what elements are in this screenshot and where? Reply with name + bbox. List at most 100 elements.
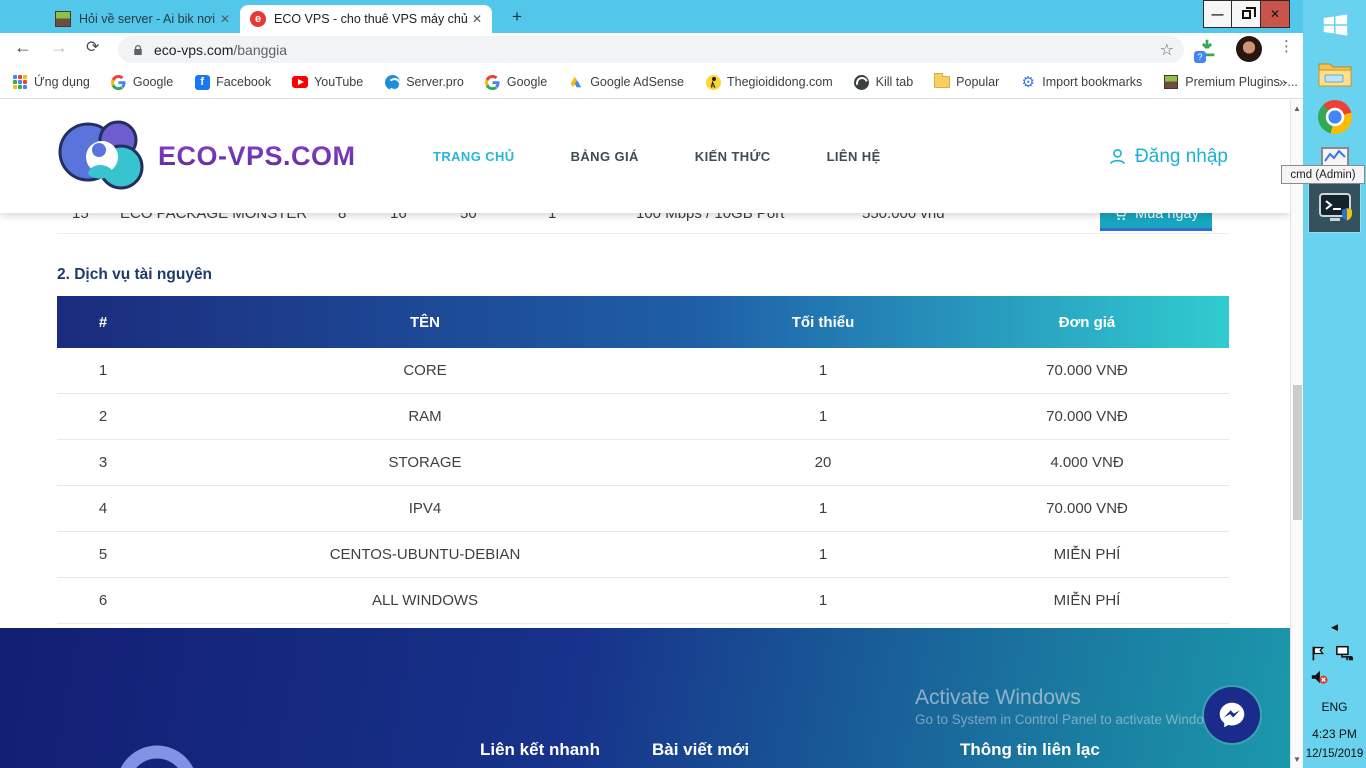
nav-bang-gia[interactable]: BẢNG GIÁ — [571, 149, 639, 164]
tab-close-icon[interactable]: ✕ — [216, 12, 234, 26]
cmd-admin-button[interactable] — [1308, 183, 1361, 233]
download-question-badge: ? — [1194, 51, 1206, 63]
nav-kien-thuc[interactable]: KIẾN THỨC — [695, 149, 771, 164]
clock-date[interactable]: 12/15/2019 — [1303, 748, 1366, 760]
main-nav: TRANG CHỦ BẢNG GIÁ KIẾN THỨC LIÊN HỆ — [433, 100, 881, 213]
table-cell: 70.000 VNĐ — [1046, 408, 1128, 425]
page-scrollbar[interactable]: ▲ ▼ — [1290, 100, 1303, 768]
table-row: 5 CENTOS-UBUNTU-DEBIAN 1 MIỄN PHÍ — [57, 532, 1229, 578]
footer-heading[interactable]: Bài viết mới — [652, 740, 749, 760]
table-row: 2 RAM 1 70.000 VNĐ — [57, 394, 1229, 440]
address-bar[interactable]: eco-vps.com/banggia ☆ — [118, 36, 1184, 63]
bookmark-label: Server.pro — [406, 75, 464, 89]
col-header: # — [98, 313, 108, 331]
nav-lien-he[interactable]: LIÊN HỆ — [827, 149, 881, 164]
table-cell: 4.000 VNĐ — [1050, 454, 1124, 471]
bookmark-label: Google — [132, 75, 174, 89]
flag-icon[interactable] — [1310, 645, 1327, 662]
table-cell: 70.000 VNĐ — [1046, 362, 1128, 379]
minimize-button[interactable]: — — [1203, 0, 1232, 28]
network-icon[interactable] — [1335, 645, 1354, 662]
bookmark-youtube[interactable]: YouTube — [292, 74, 363, 90]
url-host: eco-vps.com — [154, 41, 234, 58]
page-content: 15 ECO PACKAGE MONSTER 8 16 50 1 100 Mbp… — [0, 100, 1290, 768]
footer-cloud-logo — [120, 745, 194, 768]
bookmark-apps[interactable]: Ứng dụng — [12, 74, 90, 90]
download-icon[interactable]: ? — [1194, 37, 1220, 63]
tab-close-icon[interactable]: ✕ — [468, 12, 486, 26]
tab-minecraft-forum[interactable]: Hỏi về server - Ai bik nơi bán vps ✕ — [45, 5, 240, 33]
hidden-icons-arrow[interactable]: ◀ — [1303, 622, 1366, 633]
bookmarks-overflow-chevron[interactable]: » — [1279, 74, 1287, 91]
tab-eco-vps[interactable]: e ECO VPS - cho thuê VPS máy chủ ✕ — [240, 5, 492, 33]
footer-heading[interactable]: Liên kết nhanh — [480, 740, 600, 760]
footer-heading[interactable]: Thông tin liên lạc — [960, 740, 1100, 760]
login-link[interactable]: Đăng nhập — [1108, 100, 1228, 213]
close-button[interactable]: ✕ — [1261, 0, 1290, 28]
bookmark-google[interactable]: Google — [111, 74, 173, 90]
reload-icon[interactable]: ⟳ — [86, 37, 99, 57]
bookmark-label: Thegioididong.com — [727, 75, 833, 89]
volume-muted-icon[interactable] — [1303, 668, 1366, 686]
file-explorer-icon — [1318, 63, 1351, 87]
table-cell: 1 — [818, 500, 828, 517]
table-row: 4 IPV4 1 70.000 VNĐ — [57, 486, 1229, 532]
window-controls: — ✕ — [1203, 0, 1290, 28]
table-cell: ALL WINDOWS — [371, 592, 479, 609]
restore-icon — [1241, 6, 1256, 19]
table-cell: 2 — [98, 408, 108, 425]
footer-col-contact: Thông tin liên lạc — [960, 740, 1100, 768]
start-button[interactable] — [1303, 10, 1366, 40]
table-cell: 1 — [818, 546, 828, 563]
menu-dots-icon[interactable]: ⋮ — [1279, 37, 1294, 55]
messenger-chat-button[interactable] — [1204, 687, 1260, 743]
file-explorer-button[interactable] — [1303, 58, 1366, 88]
killtab-icon — [854, 74, 870, 90]
bookmark-label: Kill tab — [875, 75, 914, 89]
facebook-icon: f — [194, 74, 210, 90]
table-cell: 70.000 VNĐ — [1046, 500, 1128, 517]
table-cell: 3 — [98, 454, 108, 471]
windows-start-icon — [1323, 14, 1347, 36]
table-cell: 20 — [814, 454, 832, 471]
scrollbar-up-arrow[interactable]: ▲ — [1291, 104, 1303, 113]
bookmark-import[interactable]: ⚙ Import bookmarks — [1020, 74, 1143, 91]
restore-button[interactable] — [1232, 0, 1261, 28]
windows-taskbar: ◀ ENG 4:23 PM 12/15/2019 — [1303, 0, 1366, 768]
table-cell: 5 — [98, 546, 108, 563]
bookmark-popular-folder[interactable]: Popular — [934, 73, 999, 90]
nav-trang-chu[interactable]: TRANG CHỦ — [433, 149, 515, 164]
star-icon[interactable]: ☆ — [1160, 40, 1174, 60]
language-indicator[interactable]: ENG — [1303, 700, 1366, 714]
bookmark-thegioididong[interactable]: Thegioididong.com — [705, 74, 833, 90]
bookmark-adsense[interactable]: Google AdSense — [568, 74, 684, 90]
new-tab-button[interactable]: + — [506, 6, 528, 28]
back-icon[interactable]: ← — [14, 37, 32, 58]
serverpro-icon — [384, 74, 400, 90]
forward-icon[interactable]: → — [50, 37, 68, 58]
bookmark-serverpro[interactable]: Server.pro — [384, 74, 464, 90]
site-logo-text: ECO-VPS.COM — [158, 140, 356, 171]
url-path: /banggia — [233, 41, 288, 58]
youtube-icon — [292, 76, 309, 88]
bookmark-premium-plugins[interactable]: Premium Plugins -... — [1163, 74, 1298, 90]
avatar[interactable] — [1236, 36, 1262, 62]
bookmark-label: Facebook — [216, 75, 272, 89]
google-icon — [111, 74, 127, 90]
bookmark-facebook[interactable]: f Facebook — [194, 74, 271, 90]
table-cell: IPV4 — [408, 500, 442, 517]
login-label: Đăng nhập — [1135, 145, 1228, 167]
clock-time[interactable]: 4:23 PM — [1303, 727, 1366, 741]
scrollbar-down-arrow[interactable]: ▼ — [1291, 755, 1303, 764]
table-cell: 1 — [818, 408, 828, 425]
chrome-taskbar-button[interactable] — [1303, 100, 1366, 134]
adsense-icon — [568, 74, 584, 90]
lock-icon — [134, 44, 142, 55]
bookmark-killtab[interactable]: Kill tab — [854, 74, 914, 90]
site-logo[interactable]: ECO-VPS.COM — [52, 112, 356, 200]
footer-col-new-posts: Bài viết mới — [652, 740, 749, 768]
scrollbar-thumb[interactable] — [1293, 385, 1302, 520]
bookmark-google2[interactable]: Google — [485, 74, 547, 90]
gear-icon: ⚙ — [1021, 74, 1035, 91]
table-row: 6 ALL WINDOWS 1 MIỄN PHÍ — [57, 578, 1229, 624]
